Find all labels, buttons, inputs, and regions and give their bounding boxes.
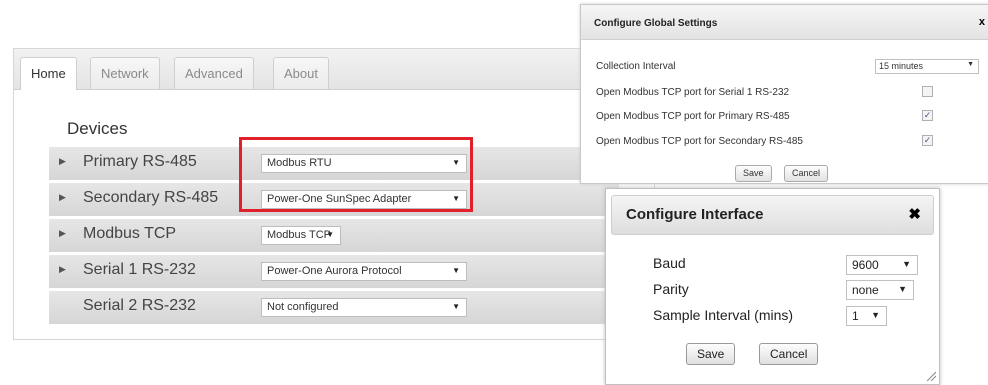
parity-label: Parity — [653, 281, 689, 297]
protocol-select[interactable]: Modbus TCP ▼ — [261, 226, 341, 245]
close-icon[interactable]: ✖ — [908, 205, 921, 223]
protocol-value: Not configured — [267, 301, 339, 313]
device-label: Primary RS-485 — [83, 153, 197, 170]
parity-select[interactable]: none ▼ — [846, 280, 914, 300]
protocol-select[interactable]: Power-One Aurora Protocol ▼ — [261, 262, 467, 281]
save-button[interactable]: Save — [686, 343, 736, 365]
option-label: Open Modbus TCP port for Primary RS-485 — [596, 111, 790, 122]
dialog-title: Configure Global Settings — [594, 18, 718, 29]
device-row-modbus-tcp[interactable]: ▶ Modbus TCP Modbus TCP ▼ — [49, 219, 619, 252]
tab-home[interactable]: Home — [20, 57, 77, 90]
device-label: Secondary RS-485 — [83, 189, 219, 206]
primary-checkbox[interactable]: ✓ — [922, 110, 933, 121]
dropdown-arrow-icon: ▼ — [898, 284, 907, 294]
close-icon[interactable]: x — [979, 16, 985, 28]
device-label: Serial 2 RS-232 — [83, 297, 196, 314]
cancel-button[interactable]: Cancel — [759, 343, 819, 365]
sample-interval-select[interactable]: 1 ▼ — [846, 306, 887, 326]
protocol-value: Power-One Aurora Protocol — [267, 265, 402, 277]
save-button[interactable]: Save — [735, 165, 772, 182]
triangle-right-icon[interactable]: ▶ — [59, 192, 66, 203]
triangle-right-icon[interactable]: ▶ — [59, 228, 66, 239]
tab-about[interactable]: About — [273, 57, 329, 89]
dropdown-arrow-icon: ▼ — [452, 266, 460, 275]
option-label: Open Modbus TCP port for Serial 1 RS-232 — [596, 87, 790, 98]
collection-interval-value: 15 minutes — [879, 61, 924, 71]
serial1-checkbox[interactable] — [922, 86, 933, 97]
device-row-serial1-rs232[interactable]: ▶ Serial 1 RS-232 Power-One Aurora Proto… — [49, 255, 619, 288]
sample-interval-label: Sample Interval (mins) — [653, 307, 794, 323]
dropdown-arrow-icon: ▼ — [326, 230, 334, 239]
baud-label: Baud — [653, 255, 686, 271]
collection-interval-select[interactable]: 15 minutes ▼ — [875, 59, 979, 74]
dropdown-arrow-icon: ▼ — [871, 310, 880, 320]
devices-heading: Devices — [67, 119, 128, 138]
tab-network[interactable]: Network — [90, 57, 160, 89]
device-label: Modbus TCP — [83, 225, 177, 242]
protocol-select[interactable]: Not configured ▼ — [261, 298, 467, 317]
triangle-right-icon[interactable]: ▶ — [59, 156, 66, 167]
device-label: Serial 1 RS-232 — [83, 261, 196, 278]
baud-value: 9600 — [852, 258, 879, 272]
dropdown-arrow-icon: ▼ — [967, 61, 974, 68]
sample-interval-value: 1 — [852, 309, 859, 323]
cancel-button[interactable]: Cancel — [784, 165, 829, 182]
secondary-checkbox[interactable]: ✓ — [922, 135, 933, 146]
tab-advanced[interactable]: Advanced — [174, 57, 254, 89]
resize-grip-icon[interactable] — [926, 371, 936, 381]
dropdown-arrow-icon: ▼ — [902, 259, 911, 269]
tab-bar: Home Network Advanced About — [14, 49, 654, 90]
configure-interface-dialog: Configure Interface ✖ Baud 9600 ▼ Parity… — [605, 188, 940, 385]
option-label: Open Modbus TCP port for Secondary RS-48… — [596, 136, 803, 147]
triangle-right-icon[interactable]: ▶ — [59, 264, 66, 275]
dialog-title: Configure Interface — [626, 206, 764, 223]
parity-value: none — [852, 283, 879, 297]
dialog-header: Configure Interface ✖ — [611, 195, 934, 235]
baud-select[interactable]: 9600 ▼ — [846, 255, 918, 275]
highlight-box — [239, 137, 473, 212]
collection-interval-label: Collection Interval — [596, 61, 676, 72]
global-settings-dialog: Configure Global Settings x Collection I… — [580, 4, 988, 184]
protocol-value: Modbus TCP — [267, 229, 331, 241]
device-row-serial2-rs232[interactable]: Serial 2 RS-232 Not configured ▼ — [49, 291, 619, 324]
dropdown-arrow-icon: ▼ — [452, 302, 460, 311]
